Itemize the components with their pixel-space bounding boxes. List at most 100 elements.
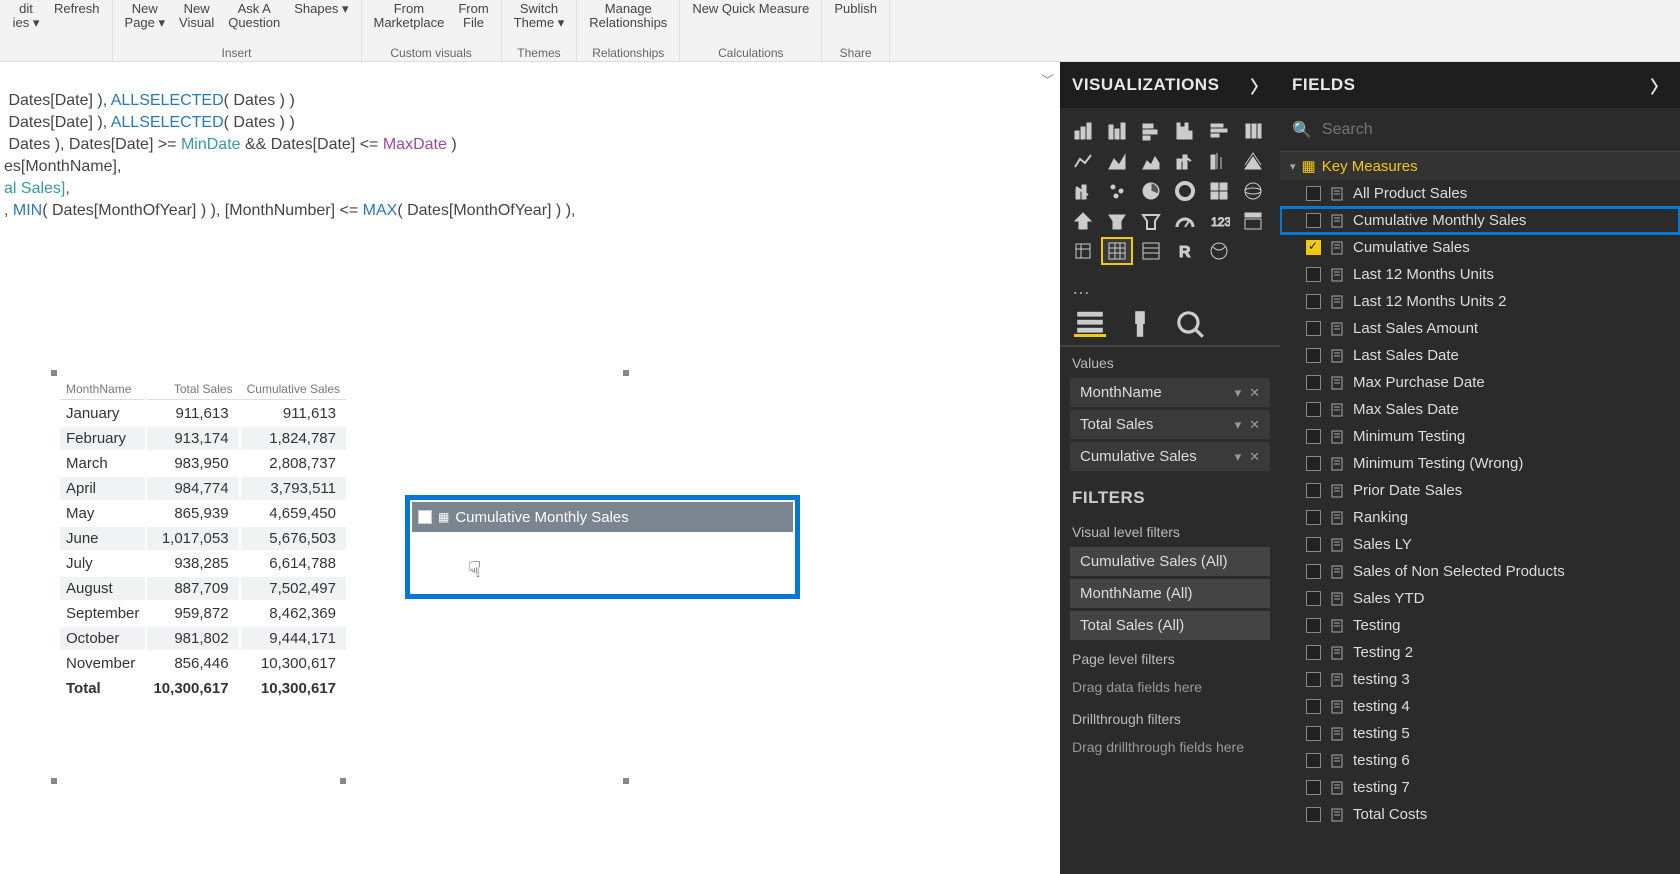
new-quick-measure[interactable]: New Quick Measure <box>686 0 815 18</box>
checkbox-icon[interactable] <box>1306 240 1321 255</box>
search-input[interactable] <box>1322 121 1668 139</box>
checkbox-icon[interactable] <box>1306 348 1321 363</box>
chevron-right-icon[interactable]: 〉 <box>1651 73 1669 98</box>
field-group[interactable]: ▾▦Key Measures <box>1280 152 1680 180</box>
viz-arcgis[interactable] <box>1204 238 1234 264</box>
publish[interactable]: Publish <box>828 0 883 18</box>
remove-icon[interactable]: ✕ <box>1249 385 1260 401</box>
field-well[interactable]: Total Sales▾✕ <box>1070 410 1270 439</box>
checkbox-icon[interactable] <box>1306 186 1321 201</box>
filter-chip[interactable]: Cumulative Sales (All) <box>1070 547 1270 576</box>
field-item[interactable]: Sales YTD <box>1280 585 1680 612</box>
viz-stacked-bar[interactable] <box>1068 118 1098 144</box>
field-well[interactable]: Cumulative Sales▾✕ <box>1070 442 1270 471</box>
drill-filters-hint[interactable]: Drag drillthrough fields here <box>1060 731 1280 763</box>
viz-funnel[interactable] <box>1102 208 1132 234</box>
checkbox-icon[interactable] <box>1306 699 1321 714</box>
viz-card[interactable]: 123 <box>1204 208 1234 234</box>
viz-funnel-area[interactable] <box>1238 148 1268 174</box>
field-item[interactable]: Sales LY <box>1280 531 1680 558</box>
viz-stacked-hbar[interactable] <box>1136 118 1166 144</box>
new-visual[interactable]: NewVisual <box>173 0 220 33</box>
field-item[interactable]: Minimum Testing (Wrong) <box>1280 450 1680 477</box>
field-item[interactable]: All Product Sales <box>1280 180 1680 207</box>
format-tab[interactable] <box>1124 311 1156 337</box>
checkbox-icon[interactable] <box>1306 294 1321 309</box>
dropdown-icon[interactable]: ▾ <box>1235 385 1242 401</box>
checkbox-icon[interactable] <box>1306 375 1321 390</box>
checkbox-icon[interactable] <box>1306 483 1321 498</box>
viz-matrix2[interactable] <box>1136 238 1166 264</box>
viz-r-visual[interactable]: R <box>1170 238 1200 264</box>
field-item[interactable]: Minimum Testing <box>1280 423 1680 450</box>
field-item[interactable]: Total Costs <box>1280 801 1680 828</box>
viz-scatter[interactable] <box>1102 178 1132 204</box>
field-item[interactable]: Cumulative Monthly Sales <box>1280 207 1680 234</box>
field-item[interactable]: testing 6 <box>1280 747 1680 774</box>
remove-icon[interactable]: ✕ <box>1249 449 1260 465</box>
checkbox-icon[interactable] <box>1306 672 1321 687</box>
refresh[interactable]: Refresh <box>48 0 106 18</box>
analytics-tab[interactable] <box>1174 311 1206 337</box>
formula-bar[interactable]: Dates[Date] ), ALLSELECTED( Dates ) ) Da… <box>0 90 1060 222</box>
checkbox-icon[interactable] <box>1306 213 1321 228</box>
collapse-chevron-icon[interactable]: ﹀ <box>1041 70 1054 89</box>
checkbox-icon[interactable] <box>1306 321 1321 336</box>
field-item[interactable]: Ranking <box>1280 504 1680 531</box>
viz-combo[interactable] <box>1170 148 1200 174</box>
viz-ribbon-chart[interactable] <box>1238 118 1268 144</box>
checkbox-icon[interactable] <box>1306 807 1321 822</box>
viz-waterfall[interactable] <box>1204 148 1234 174</box>
viz-treemap[interactable] <box>1204 178 1234 204</box>
checkbox-icon[interactable] <box>1306 510 1321 525</box>
checkbox-icon[interactable] <box>1306 402 1321 417</box>
viz-scatter-line[interactable] <box>1068 178 1098 204</box>
field-item[interactable]: testing 5 <box>1280 720 1680 747</box>
checkbox-icon[interactable] <box>1306 753 1321 768</box>
viz-gauge[interactable] <box>1170 208 1200 234</box>
dropdown-icon[interactable]: ▾ <box>1235 417 1242 433</box>
checkbox-icon[interactable] <box>1306 618 1321 633</box>
viz-pie[interactable] <box>1136 178 1166 204</box>
manage-relationships[interactable]: ManageRelationships <box>583 0 673 33</box>
field-item[interactable]: Cumulative Sales <box>1280 234 1680 261</box>
viz-clustered-bar[interactable] <box>1102 118 1132 144</box>
field-item[interactable]: Testing <box>1280 612 1680 639</box>
viz-globe[interactable] <box>1238 178 1268 204</box>
field-item[interactable]: testing 7 <box>1280 774 1680 801</box>
filter-chip[interactable]: MonthName (All) <box>1070 579 1270 608</box>
field-item[interactable]: Last 12 Months Units <box>1280 261 1680 288</box>
viz-shape-map[interactable] <box>1068 208 1098 234</box>
field-item[interactable]: Testing 2 <box>1280 639 1680 666</box>
viz-line[interactable] <box>1068 148 1098 174</box>
field-well[interactable]: MonthName▾✕ <box>1070 378 1270 407</box>
more-visuals-icon[interactable]: … <box>1060 274 1280 303</box>
viz-clustered-column[interactable] <box>1170 118 1200 144</box>
field-item[interactable]: Sales of Non Selected Products <box>1280 558 1680 585</box>
report-canvas[interactable]: ﹀ Dates[Date] ), ALLSELECTED( Dates ) ) … <box>0 62 1060 874</box>
remove-icon[interactable]: ✕ <box>1249 417 1260 433</box>
edit-queries[interactable]: dities ▾ <box>6 0 46 33</box>
viz-donut[interactable] <box>1170 178 1200 204</box>
dropdown-icon[interactable]: ▾ <box>1235 449 1242 465</box>
checkbox-icon[interactable] <box>1306 429 1321 444</box>
ask-question[interactable]: Ask AQuestion <box>222 0 286 33</box>
viz-multi-card[interactable] <box>1238 208 1268 234</box>
viz-stacked-area[interactable] <box>1136 148 1166 174</box>
viz-matrix[interactable] <box>1102 238 1132 264</box>
checkbox-icon[interactable] <box>1306 267 1321 282</box>
fields-search[interactable]: 🔍 <box>1280 108 1680 152</box>
field-item[interactable]: Prior Date Sales <box>1280 477 1680 504</box>
field-item[interactable]: Max Purchase Date <box>1280 369 1680 396</box>
field-item[interactable]: Last Sales Date <box>1280 342 1680 369</box>
from-marketplace[interactable]: FromMarketplace <box>368 0 451 33</box>
checkbox-icon[interactable] <box>1306 456 1321 471</box>
field-item[interactable]: testing 4 <box>1280 693 1680 720</box>
new-page[interactable]: NewPage ▾ <box>119 0 172 33</box>
checkbox-icon[interactable] <box>1306 564 1321 579</box>
from-file[interactable]: FromFile <box>452 0 494 33</box>
checkbox-icon[interactable] <box>1306 591 1321 606</box>
viz-funnel-outline[interactable] <box>1136 208 1166 234</box>
checkbox-icon[interactable] <box>1306 726 1321 741</box>
field-item[interactable]: Last Sales Amount <box>1280 315 1680 342</box>
